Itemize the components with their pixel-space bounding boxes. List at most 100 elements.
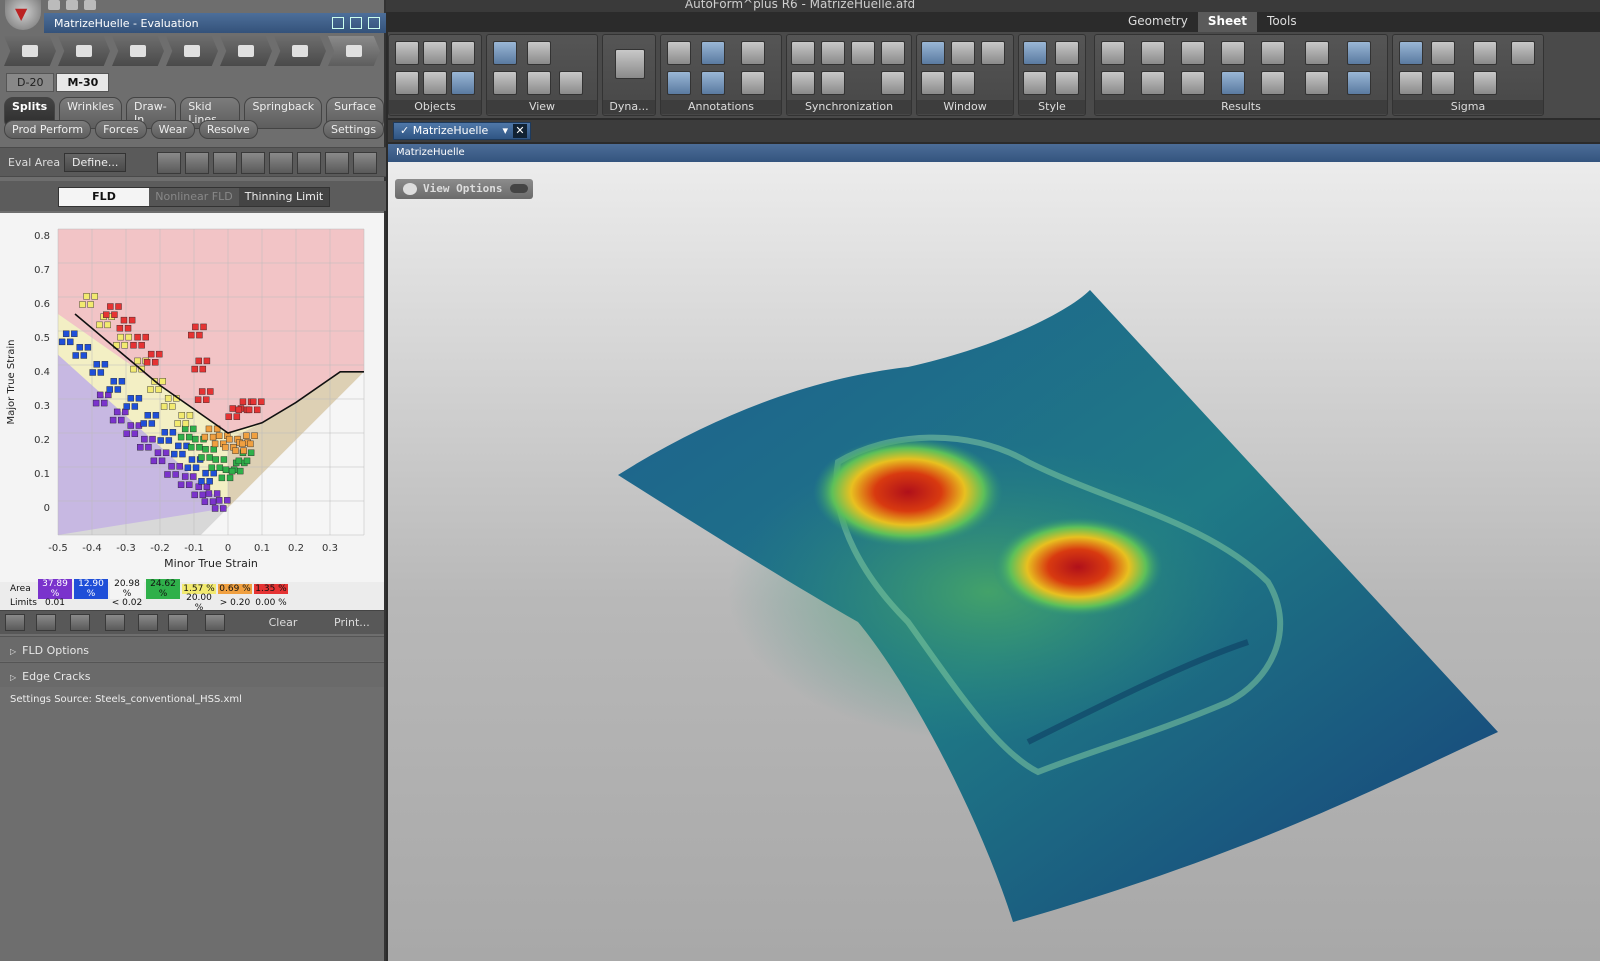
fld-options-section[interactable]: ▷ FLD Options: [0, 636, 384, 661]
tab-nonlinear-fld[interactable]: Nonlinear FLD: [149, 188, 239, 206]
document-tab[interactable]: ✓ MatrizeHuelle ▾ ✕: [393, 122, 531, 140]
box-icon[interactable]: [157, 152, 181, 174]
pin-icon[interactable]: [332, 17, 344, 29]
select-icon[interactable]: [5, 614, 25, 631]
formability-icon[interactable]: [1347, 41, 1371, 65]
ellipse-icon[interactable]: [1141, 41, 1165, 65]
split-vertical-icon[interactable]: [951, 41, 975, 65]
curve-icon[interactable]: [205, 614, 225, 631]
marker-pen-icon[interactable]: [741, 71, 765, 95]
shaded-sphere-icon[interactable]: [1023, 41, 1047, 65]
undo-icon[interactable]: [66, 0, 78, 10]
resolve-button[interactable]: Resolve: [198, 120, 258, 139]
split-view-icon[interactable]: [353, 152, 377, 174]
cursor-icon[interactable]: [667, 41, 691, 65]
surface-icon[interactable]: [213, 152, 237, 174]
measure-icon[interactable]: [269, 152, 293, 174]
cascade-window-icon[interactable]: [981, 41, 1005, 65]
clock-icon[interactable]: [791, 71, 815, 95]
tab-geometry[interactable]: Geometry: [1118, 12, 1198, 32]
single-window-icon[interactable]: [921, 41, 945, 65]
step-icon[interactable]: [1399, 71, 1423, 95]
tab-sheet[interactable]: Sheet: [1197, 12, 1258, 32]
forces-button[interactable]: Forces: [95, 120, 147, 139]
label-flag-icon[interactable]: [821, 41, 845, 65]
marker-icon[interactable]: [70, 614, 90, 631]
target-icon[interactable]: [1399, 41, 1423, 65]
play-icon[interactable]: [1473, 41, 1497, 65]
dynamic-sheet-icon[interactable]: [615, 49, 645, 79]
value-label-icon[interactable]: [701, 71, 725, 95]
brush-icon[interactable]: [105, 614, 125, 631]
wireframe-sphere-icon[interactable]: [1055, 41, 1079, 65]
pen-icon[interactable]: [741, 41, 765, 65]
globe-icon[interactable]: [138, 614, 158, 631]
step-blank-button[interactable]: [166, 36, 218, 66]
camera-icon[interactable]: [559, 71, 583, 95]
tab-tools[interactable]: Tools: [1257, 12, 1307, 32]
axes-icon[interactable]: [493, 41, 517, 65]
save-icon[interactable]: [48, 0, 60, 10]
chain-icon[interactable]: [881, 71, 905, 95]
wear-button[interactable]: Wear: [150, 120, 195, 139]
step-control-button[interactable]: [274, 36, 326, 66]
axis-cross-icon[interactable]: [1101, 71, 1125, 95]
color-map-icon[interactable]: [821, 71, 845, 95]
bird-icon[interactable]: [297, 152, 321, 174]
checklist-icon[interactable]: [350, 17, 362, 29]
list-icon[interactable]: [851, 41, 875, 65]
app-logo-icon[interactable]: ▼: [5, 0, 41, 30]
forward-icon[interactable]: [1473, 71, 1497, 95]
step-press-button[interactable]: [220, 36, 272, 66]
arrow-icon[interactable]: [325, 152, 349, 174]
fit-view-icon[interactable]: [527, 41, 551, 65]
quad-window-icon[interactable]: [951, 71, 975, 95]
edge-cracks-section[interactable]: ▷ Edge Cracks: [0, 662, 384, 687]
clear-button[interactable]: Clear: [238, 616, 328, 629]
toggle-icon[interactable]: [510, 184, 528, 193]
plane-icon[interactable]: [395, 71, 419, 95]
die-icon[interactable]: [423, 41, 447, 65]
tab-stage-d20[interactable]: D-20: [6, 73, 55, 92]
sheet-icon[interactable]: [423, 71, 447, 95]
3d-viewport[interactable]: View Options: [388, 162, 1600, 961]
surface-icon[interactable]: [451, 71, 475, 95]
grid-icon[interactable]: [1261, 41, 1285, 65]
split-horizontal-icon[interactable]: [921, 71, 945, 95]
ellipse-outline-icon[interactable]: [1141, 71, 1165, 95]
disk-icon[interactable]: [1511, 41, 1535, 65]
zoom-box-icon[interactable]: [527, 71, 551, 95]
step-process-button[interactable]: [58, 36, 110, 66]
layers-icon[interactable]: [1347, 71, 1371, 95]
outline-icon[interactable]: [1055, 71, 1079, 95]
step-tools-button[interactable]: [112, 36, 164, 66]
sheet-icon[interactable]: [241, 152, 265, 174]
envelope-icon[interactable]: [1221, 41, 1245, 65]
triangle-icon[interactable]: [1305, 41, 1329, 65]
dropdown-arrow-icon[interactable]: ▾: [502, 123, 508, 139]
collapse-arrow-icon[interactable]: [368, 17, 380, 29]
envelope-icon[interactable]: [185, 152, 209, 174]
settings-button[interactable]: Settings: [323, 120, 385, 139]
tab-fld[interactable]: FLD: [59, 188, 149, 206]
shell-icon[interactable]: [1101, 41, 1125, 65]
drop-icon[interactable]: [1181, 71, 1205, 95]
ruler-icon[interactable]: [701, 41, 725, 65]
view-options-button[interactable]: View Options: [395, 179, 533, 199]
step-part-button[interactable]: [4, 36, 56, 66]
prod-perform-button[interactable]: Prod Perform: [4, 120, 92, 139]
redo-icon[interactable]: [84, 0, 96, 10]
cylinder-icon[interactable]: [395, 41, 419, 65]
video-camera-icon[interactable]: [791, 41, 815, 65]
view-select-icon[interactable]: [493, 71, 517, 95]
mesh-sphere-icon[interactable]: [1023, 71, 1047, 95]
sheet-result-icon[interactable]: [1221, 71, 1245, 95]
arrows-updown-icon[interactable]: [1431, 71, 1455, 95]
step-evaluation-button[interactable]: [328, 36, 380, 66]
label-icon[interactable]: [667, 71, 691, 95]
thickness-icon[interactable]: [1181, 41, 1205, 65]
close-icon[interactable]: ✕: [513, 124, 527, 138]
color-plot-icon[interactable]: [1305, 71, 1329, 95]
print-button[interactable]: Print...: [334, 616, 370, 629]
tab-thinning-limit[interactable]: Thinning Limit: [239, 188, 329, 206]
